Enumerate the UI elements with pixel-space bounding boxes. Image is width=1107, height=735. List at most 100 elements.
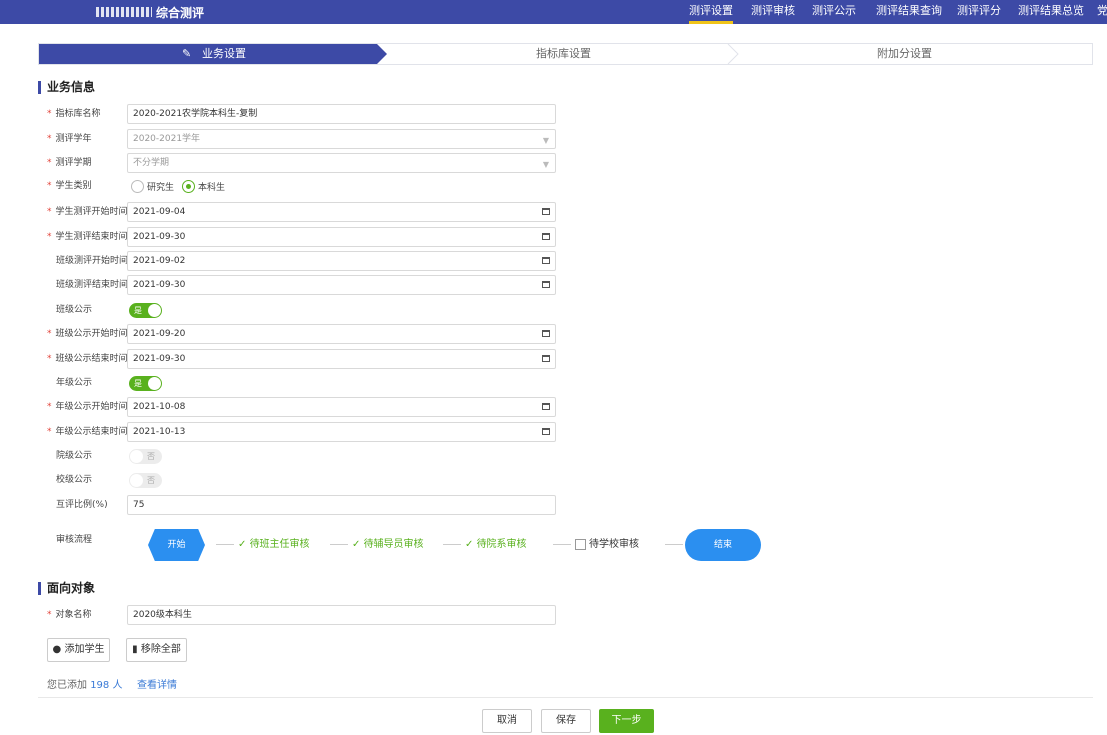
next-step-button[interactable]: 下一步 bbox=[599, 709, 654, 733]
flow-step-head-teacher: ✓ 待班主任审核 bbox=[216, 538, 310, 552]
library-name-input[interactable]: 2020-2021农学院本科生-复制 bbox=[127, 104, 556, 124]
target-name-input[interactable]: 2020级本科生 bbox=[127, 605, 556, 625]
class-start-date[interactable]: 2021-09-02 bbox=[127, 251, 556, 271]
calendar-icon bbox=[542, 330, 550, 337]
chevron-down-icon: ▼ bbox=[542, 136, 549, 145]
save-button[interactable]: 保存 bbox=[541, 709, 591, 733]
calendar-icon bbox=[542, 233, 550, 240]
plus-circle-icon: ● bbox=[52, 644, 62, 655]
cancel-button[interactable]: 取消 bbox=[482, 709, 532, 733]
remove-all-button[interactable]: ▮ 移除全部 bbox=[126, 638, 187, 662]
nav-result-query[interactable]: 测评结果查询 bbox=[876, 0, 942, 24]
add-student-button[interactable]: ● 添加学生 bbox=[47, 638, 110, 662]
chevron-down-icon: ▼ bbox=[542, 160, 549, 169]
flow-start-node: 开始 bbox=[148, 529, 205, 561]
student-start-date[interactable]: 2021-09-04 bbox=[127, 202, 556, 222]
semester-select[interactable]: 不分学期 ▼ bbox=[127, 153, 556, 173]
button-label: 添加学生 bbox=[64, 644, 105, 655]
flow-step-label: 待院系审核 bbox=[476, 539, 527, 550]
top-nav-bar: 综合测评 测评设置 测评审核 测评公示 测评结果查询 测评评分 测评结果总览 党 bbox=[0, 0, 1107, 24]
flow-connector bbox=[443, 543, 461, 545]
trash-icon: ▮ bbox=[132, 644, 138, 655]
step-label: 业务设置 bbox=[202, 47, 246, 60]
university-logo: 综合测评 bbox=[96, 4, 204, 20]
label-grade-public: 年级公示 bbox=[56, 378, 93, 388]
calendar-icon bbox=[542, 281, 550, 288]
flow-connector bbox=[553, 543, 571, 545]
school-public-toggle[interactable]: 否 bbox=[129, 473, 162, 488]
label-school-public: 校级公示 bbox=[56, 475, 93, 485]
label-student-type: * 学生类别 bbox=[47, 181, 92, 191]
label-semester: * 测评学期 bbox=[47, 158, 92, 168]
label-class-start: 班级测评开始时间 bbox=[56, 256, 129, 266]
grade-public-end-date[interactable]: 2021-10-13 bbox=[127, 422, 556, 442]
step-separator-icon bbox=[727, 44, 739, 64]
flow-connector-end bbox=[665, 538, 687, 552]
flow-step-label: 待班主任审核 bbox=[249, 539, 310, 550]
label-college-public: 院级公示 bbox=[56, 451, 93, 461]
label-academic-year: * 测评学年 bbox=[47, 134, 92, 144]
label-student-end: * 学生测评结束时间 bbox=[47, 232, 128, 242]
step-indicator: ✎ 业务设置 指标库设置 附加分设置 bbox=[38, 43, 1093, 65]
radio-checked-icon bbox=[182, 179, 195, 193]
flow-connector bbox=[216, 543, 234, 545]
radio-label: 研究生 bbox=[147, 182, 175, 193]
app-title: 综合测评 bbox=[156, 5, 205, 20]
grade-public-toggle[interactable]: 是 bbox=[129, 376, 162, 391]
step-indicator-library[interactable]: 指标库设置 bbox=[536, 44, 591, 64]
academic-year-select[interactable]: 2020-2021学年 ▼ bbox=[127, 129, 556, 149]
grade-public-start-date[interactable]: 2021-10-08 bbox=[127, 397, 556, 417]
peer-ratio-input[interactable]: 75 bbox=[127, 495, 556, 515]
college-public-toggle[interactable]: 否 bbox=[129, 449, 162, 464]
label-review-flow: 审核流程 bbox=[56, 535, 93, 545]
added-count-text: 您已添加 198 人 bbox=[47, 676, 122, 691]
label-class-end: 班级测评结束时间 bbox=[56, 280, 129, 290]
radio-label: 本科生 bbox=[198, 182, 226, 193]
section-business-info: 业务信息 bbox=[38, 81, 95, 94]
nav-evaluation-score[interactable]: 测评评分 bbox=[957, 0, 1001, 24]
pencil-icon: ✎ bbox=[182, 47, 192, 60]
added-prefix: 您已添加 bbox=[47, 680, 87, 691]
label-class-public: 班级公示 bbox=[56, 305, 93, 315]
class-public-start-date[interactable]: 2021-09-20 bbox=[127, 324, 556, 344]
label-grade-public-end: * 年级公示结束时间 bbox=[47, 427, 128, 437]
student-end-date[interactable]: 2021-09-30 bbox=[127, 227, 556, 247]
added-count: 198 人 bbox=[90, 680, 123, 691]
radio-circle-icon bbox=[131, 179, 144, 193]
logo-icon bbox=[96, 7, 152, 17]
radio-undergraduate[interactable]: 本科生 bbox=[182, 179, 225, 193]
nav-evaluation-settings[interactable]: 测评设置 bbox=[689, 0, 733, 24]
step-extra-points[interactable]: 附加分设置 bbox=[877, 44, 932, 64]
calendar-icon bbox=[542, 208, 550, 215]
flow-step-label: 待学校审核 bbox=[589, 539, 639, 550]
label-grade-public-start: * 年级公示开始时间 bbox=[47, 402, 128, 412]
button-label: 移除全部 bbox=[140, 644, 181, 655]
nav-result-overview[interactable]: 测评结果总览 bbox=[1018, 0, 1084, 24]
flow-step-label: 待辅导员审核 bbox=[363, 539, 424, 550]
calendar-icon bbox=[542, 257, 550, 264]
flow-end-node: 结束 bbox=[685, 529, 761, 561]
label-student-start: * 学生测评开始时间 bbox=[47, 207, 128, 217]
calendar-icon bbox=[542, 428, 550, 435]
label-peer-ratio: 互评比例(%) bbox=[56, 500, 108, 510]
class-end-date[interactable]: 2021-09-30 bbox=[127, 275, 556, 295]
section-target: 面向对象 bbox=[38, 582, 95, 595]
class-public-end-date[interactable]: 2021-09-30 bbox=[127, 349, 556, 369]
class-public-toggle[interactable]: 是 bbox=[129, 303, 162, 318]
label-class-public-end: * 班级公示结束时间 bbox=[47, 354, 128, 364]
step-business-settings[interactable]: ✎ 业务设置 bbox=[39, 44, 387, 64]
nav-evaluation-public[interactable]: 测评公示 bbox=[812, 0, 856, 24]
label-library-name: * 指标库名称 bbox=[47, 109, 101, 119]
flow-step-counselor: ✓ 待辅导员审核 bbox=[330, 538, 424, 552]
view-details-link[interactable]: 查看详情 bbox=[137, 676, 177, 691]
flow-step-department: ✓ 待院系审核 bbox=[443, 538, 527, 552]
nav-evaluation-review[interactable]: 测评审核 bbox=[751, 0, 795, 24]
flow-step-school: 待学校审核 bbox=[553, 538, 639, 552]
flow-connector bbox=[665, 543, 683, 545]
calendar-icon bbox=[542, 355, 550, 362]
label-target-name: * 对象名称 bbox=[47, 610, 92, 620]
calendar-icon bbox=[542, 403, 550, 410]
nav-more[interactable]: 党 bbox=[1097, 0, 1107, 24]
label-class-public-start: * 班级公示开始时间 bbox=[47, 329, 128, 339]
radio-graduate[interactable]: 研究生 bbox=[131, 179, 174, 193]
